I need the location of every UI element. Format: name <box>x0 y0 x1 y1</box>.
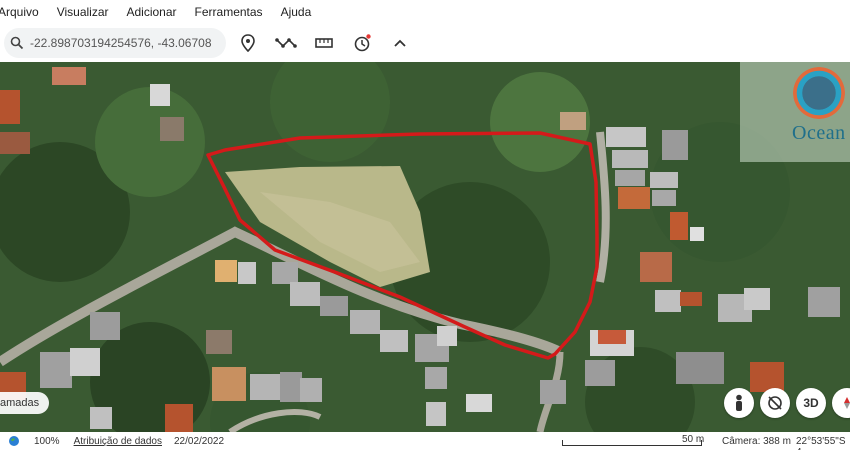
layers-label: amadas <box>0 397 40 409</box>
menu-bar: Arquivo Visualizar Adicionar Ferramentas… <box>0 0 850 24</box>
cursor-coordinates: 22°53'55"S 4 <box>796 436 846 450</box>
data-attribution-link[interactable]: Atribuição de dados <box>74 436 162 447</box>
satellite-map[interactable]: Ocean amadas 3D <box>0 62 850 432</box>
menu-file[interactable]: Arquivo <box>0 5 45 19</box>
path-icon[interactable] <box>272 29 300 57</box>
placemark-icon[interactable] <box>234 29 262 57</box>
menu-view[interactable]: Visualizar <box>57 5 115 19</box>
street-view-button[interactable] <box>724 388 754 418</box>
imagery-date: 22/02/2022 <box>173 435 225 447</box>
zoom-level: 100% <box>34 435 60 447</box>
watermark-logo: Ocean <box>740 62 850 162</box>
logo-text: Ocean <box>792 122 846 144</box>
menu-add[interactable]: Adicionar <box>127 5 183 19</box>
search-box <box>4 28 226 58</box>
scale-label: 50 m <box>682 434 705 445</box>
globe-icon <box>9 436 19 446</box>
layers-button[interactable]: amadas <box>0 392 50 414</box>
ocean-logo-icon <box>793 67 845 119</box>
camera-altitude: Câmera: 388 m <box>722 436 791 447</box>
toggle-3d-button[interactable]: 3D <box>796 388 826 418</box>
history-icon[interactable] <box>348 29 376 57</box>
pegman-icon <box>736 394 742 411</box>
compass-reset-button[interactable] <box>760 388 790 418</box>
collapse-icon[interactable] <box>386 29 414 57</box>
menu-tools[interactable]: Ferramentas <box>195 5 269 19</box>
compass-icon <box>844 397 850 409</box>
ruler-icon[interactable] <box>310 29 338 57</box>
search-input[interactable] <box>30 36 220 50</box>
toolbar <box>0 24 850 62</box>
menu-help[interactable]: Ajuda <box>281 5 318 19</box>
scale-bar <box>562 440 702 446</box>
rotate-icon <box>768 396 782 410</box>
terrain-imagery <box>0 62 850 432</box>
search-icon[interactable] <box>4 36 30 50</box>
three-d-label: 3D <box>803 396 819 410</box>
